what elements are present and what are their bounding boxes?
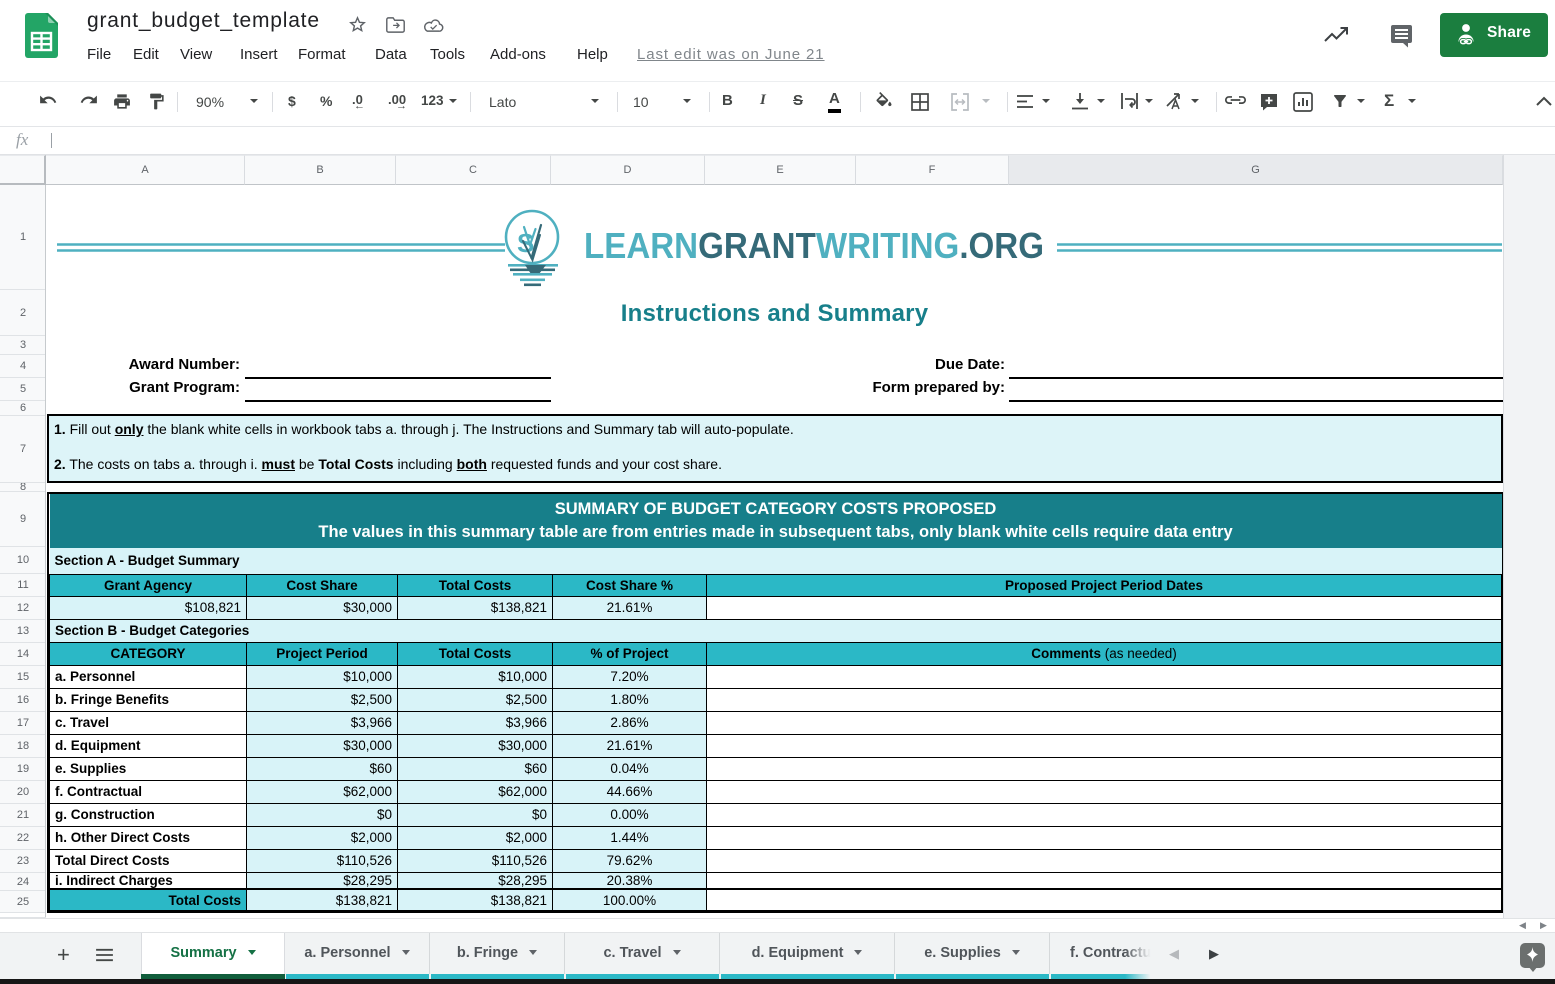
svg-text:LEARNGRANTWRITING.ORG: LEARNGRANTWRITING.ORG [584,225,1044,266]
